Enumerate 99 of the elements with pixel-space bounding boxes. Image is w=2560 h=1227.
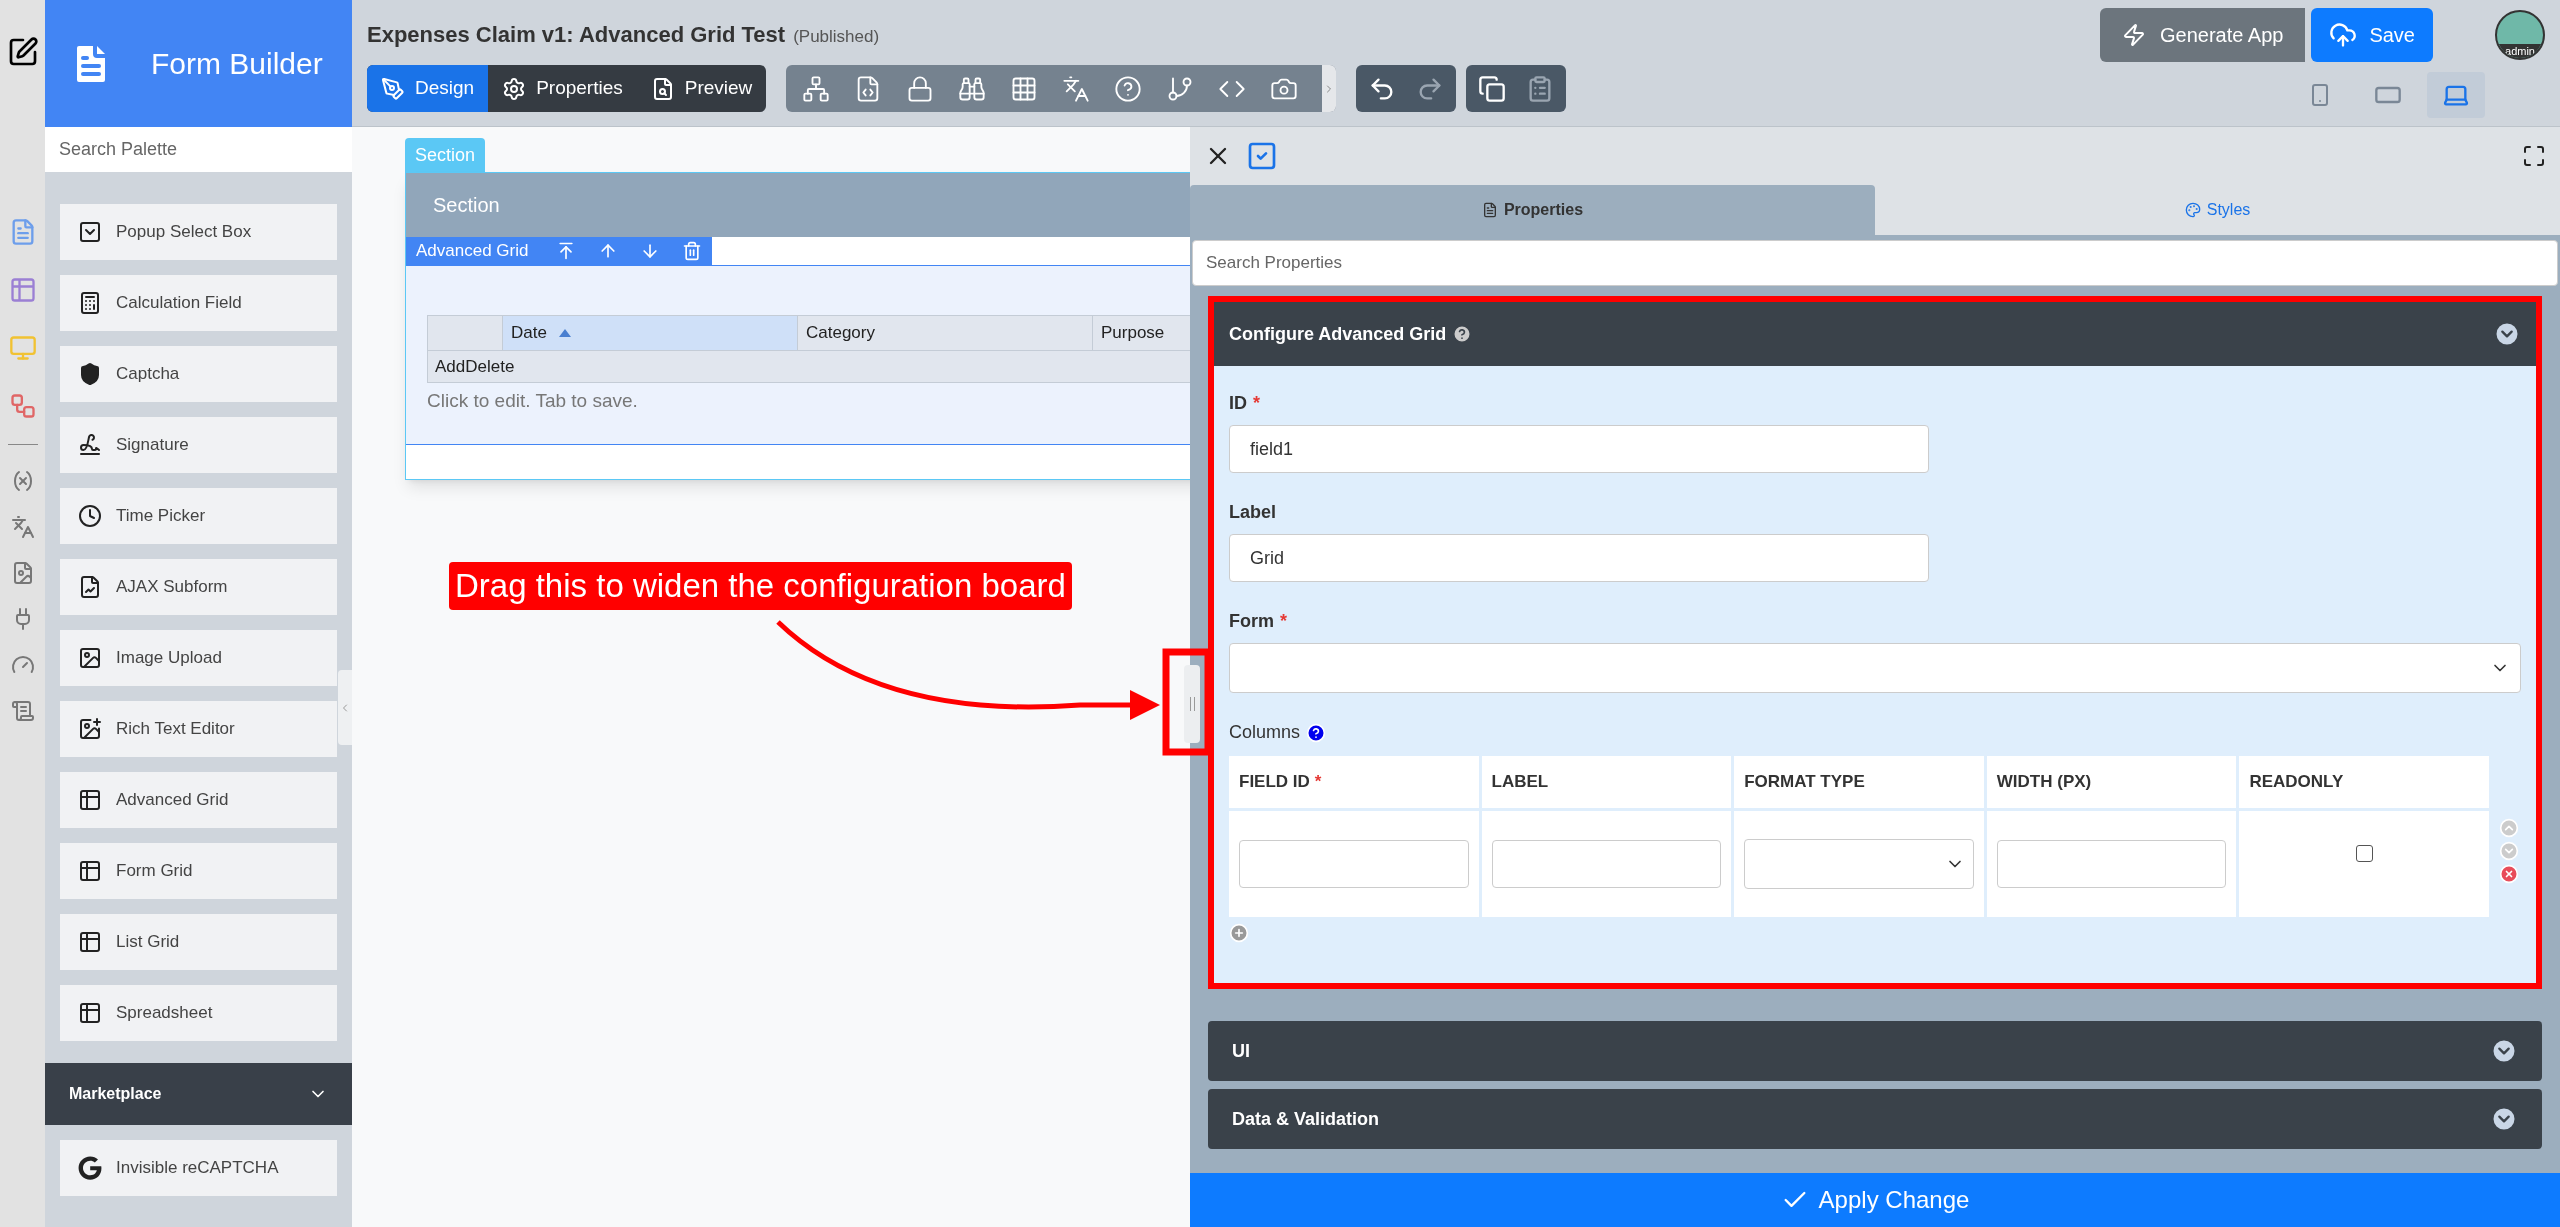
hint-text: Click to edit. Tab to save.	[427, 389, 639, 413]
mode-tab[interactable]: Properties	[488, 65, 637, 112]
palette-icon	[2184, 202, 2201, 218]
required-asterisk: *	[1280, 610, 1287, 633]
save-button[interactable]: Save	[2311, 8, 2433, 62]
clock-icon	[78, 504, 102, 528]
sitemap-icon[interactable]	[802, 74, 831, 103]
image-icon	[78, 717, 102, 741]
trash-icon[interactable]	[682, 241, 703, 261]
required-asterisk: *	[1253, 392, 1260, 415]
table-icon	[78, 930, 102, 954]
chevron-down-icon	[2493, 320, 2521, 348]
search-field[interactable]: Search Properties	[1192, 240, 2558, 286]
checkbox-icon[interactable]	[1246, 140, 1278, 172]
column-header: FORMAT TYPE	[1734, 756, 1984, 808]
add-icon[interactable]	[1229, 923, 1249, 943]
input-field[interactable]	[1996, 840, 2227, 888]
dropdown-icon	[78, 220, 102, 244]
calculator-icon	[78, 291, 102, 315]
column-header: WIDTH (PX)	[1986, 756, 2237, 808]
palette-item[interactable]: Rich Text Editor	[60, 701, 337, 757]
table-icon[interactable]	[8, 276, 37, 304]
required-asterisk: *	[1314, 771, 1322, 794]
grid-label: Advanced Grid	[416, 240, 529, 263]
palette-item[interactable]: AJAX Subform	[60, 559, 337, 615]
chevron-down-icon	[2490, 1037, 2518, 1065]
palette-item[interactable]: Signature	[60, 417, 337, 473]
section-header[interactable]: UI	[1208, 1021, 2542, 1081]
column-header[interactable]: Category	[798, 316, 1093, 350]
scroll-icon[interactable]	[10, 699, 35, 723]
grid-footer: AddDelete	[435, 353, 515, 380]
column-header: FIELD ID *	[1229, 756, 1479, 808]
copy-icon[interactable]	[1478, 74, 1507, 103]
shield-icon	[78, 362, 102, 386]
marketplace-header[interactable]: Marketplace	[45, 1063, 352, 1125]
user-avatar[interactable]: admin	[2495, 10, 2545, 60]
field-label: Form	[1229, 610, 1274, 633]
resize-handle[interactable]	[1184, 665, 1200, 743]
help-icon[interactable]	[1452, 324, 1473, 344]
sort-ascending-icon	[558, 329, 571, 337]
section-title: Section	[433, 193, 500, 218]
google-icon	[78, 1156, 102, 1180]
palette-item[interactable]: Popup Select Box	[60, 204, 337, 260]
collapse-handle[interactable]	[338, 670, 352, 745]
table-icon	[78, 859, 102, 883]
column-header: LABEL	[1481, 756, 1732, 808]
field-label: Label	[1229, 501, 1276, 524]
palette-item[interactable]: List Grid	[60, 914, 337, 970]
panel-tab[interactable]: Properties	[1190, 185, 1875, 235]
section-header[interactable]: Data & Validation	[1208, 1089, 2542, 1149]
palette-item[interactable]: Invisible reCAPTCHA	[60, 1140, 337, 1196]
fullscreen-icon[interactable]	[2522, 144, 2546, 168]
signature-icon	[78, 433, 102, 457]
document-icon	[78, 575, 102, 599]
image-icon	[78, 646, 102, 670]
section-block[interactable]: Section Advanced Grid Date Category Purpose AddDelete Click to edit. Tab to save.	[405, 172, 1190, 480]
app-title: Form Builder	[151, 46, 323, 82]
device-button[interactable]	[2427, 72, 2485, 118]
search-field[interactable]: Search Palette	[45, 127, 352, 172]
table-icon	[78, 788, 102, 812]
status-text: (Published)	[793, 26, 880, 48]
workflow-icon[interactable]	[8, 392, 37, 420]
field-label: ID	[1229, 392, 1247, 415]
mode-tab[interactable]: Design	[367, 65, 489, 112]
generate-app-button[interactable]: Generate App	[2099, 8, 2306, 62]
remove-icon[interactable]	[2499, 864, 2519, 884]
palette-item[interactable]: Calculation Field	[60, 275, 337, 331]
column-header[interactable]: Date	[503, 316, 798, 350]
lightning-icon	[2121, 23, 2146, 47]
translate-icon[interactable]	[1062, 74, 1091, 103]
columns-label: Columns	[1229, 721, 1301, 744]
select-field[interactable]	[1229, 643, 2521, 693]
apply-change-button[interactable]: Apply Change	[1190, 1173, 2560, 1227]
input-field[interactable]	[1491, 840, 1722, 888]
table-icon	[78, 1001, 102, 1025]
input-field[interactable]	[1239, 840, 1469, 888]
help-icon[interactable]	[1114, 74, 1143, 103]
panel-tab[interactable]: Styles	[1875, 185, 2560, 235]
palette-item[interactable]: Form Grid	[60, 843, 337, 899]
column-header: READONLY	[2239, 756, 2489, 808]
input-field[interactable]: field1	[1229, 425, 1929, 473]
mode-tab[interactable]: Preview	[636, 65, 767, 112]
palette-item[interactable]: Time Picker	[60, 488, 337, 544]
palette-item[interactable]: Image Upload	[60, 630, 337, 686]
select-field[interactable]	[1744, 839, 1974, 889]
panel-header[interactable]: Configure Advanced Grid	[1214, 302, 2536, 366]
palette-item[interactable]: Captcha	[60, 346, 337, 402]
pen-ruler-icon	[381, 76, 405, 101]
cloud-upload-icon	[2329, 21, 2358, 49]
chevron-down-icon	[2490, 1105, 2518, 1133]
input-field[interactable]: Grid	[1229, 534, 1929, 582]
readonly-checkbox[interactable]	[2355, 845, 2373, 862]
settings-icon	[502, 76, 527, 101]
annotation-label: Drag this to widen the configuration board	[449, 561, 1072, 610]
palette-item[interactable]: Spreadsheet	[60, 985, 337, 1041]
form-title: Expenses Claim v1: Advanced Grid Test	[367, 21, 786, 49]
document-icon	[1481, 202, 1498, 218]
palette-item[interactable]: Advanced Grid	[60, 772, 337, 828]
translate-icon[interactable]	[10, 515, 35, 539]
